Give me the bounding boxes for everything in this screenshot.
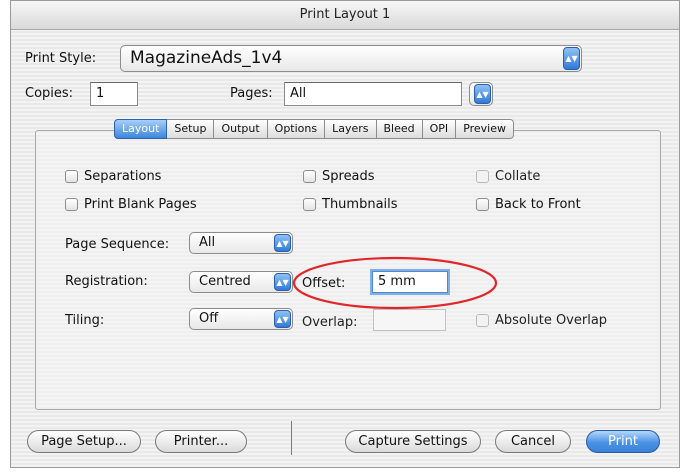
print-blank-pages-label: Print Blank Pages: [84, 197, 197, 212]
registration-select[interactable]: Centred ▲▼: [189, 271, 293, 293]
print-button[interactable]: Print: [586, 430, 660, 453]
checkbox-box: [476, 314, 489, 327]
registration-label: Registration:: [65, 274, 148, 289]
checkbox-box: [476, 198, 489, 211]
thumbnails-checkbox[interactable]: Thumbnails: [303, 197, 398, 212]
cancel-button[interactable]: Cancel: [495, 430, 571, 453]
tab-bleed[interactable]: Bleed: [376, 119, 423, 139]
registration-value: Centred: [199, 274, 251, 289]
tab-setup[interactable]: Setup: [167, 119, 215, 139]
page-sequence-select[interactable]: All ▲▼: [189, 232, 293, 254]
tab-bar: Layout Setup Output Options Layers Bleed…: [114, 119, 515, 139]
chevron-updown-icon: ▲▼: [563, 47, 580, 70]
collate-checkbox[interactable]: Collate: [476, 169, 540, 184]
printer-button[interactable]: Printer...: [155, 430, 247, 453]
tab-output[interactable]: Output: [214, 119, 268, 139]
spreads-checkbox[interactable]: Spreads: [303, 169, 375, 184]
pages-menu-button[interactable]: ▲▼: [469, 82, 493, 106]
pages-field[interactable]: All: [284, 82, 462, 106]
spreads-label: Spreads: [322, 169, 375, 184]
checkbox-box: [65, 170, 78, 183]
absolute-overlap-label: Absolute Overlap: [495, 313, 608, 328]
tiling-value: Off: [199, 311, 219, 326]
chevron-updown-icon: ▲▼: [274, 273, 291, 291]
capture-settings-button[interactable]: Capture Settings: [345, 430, 481, 453]
offset-label: Offset:: [302, 276, 346, 291]
separations-label: Separations: [84, 169, 162, 184]
back-to-front-checkbox[interactable]: Back to Front: [476, 197, 581, 212]
tiling-label: Tiling:: [65, 313, 105, 328]
button-separator: [291, 421, 292, 455]
print-style-label: Print Style:: [25, 51, 97, 66]
tab-layout[interactable]: Layout: [114, 119, 168, 139]
absolute-overlap-checkbox[interactable]: Absolute Overlap: [476, 313, 607, 328]
tab-layers[interactable]: Layers: [325, 119, 377, 139]
print-blank-pages-checkbox[interactable]: Print Blank Pages: [65, 197, 197, 212]
tab-options[interactable]: Options: [267, 119, 326, 139]
back-to-front-label: Back to Front: [495, 197, 581, 212]
page-setup-button[interactable]: Page Setup...: [27, 430, 141, 453]
window-title: Print Layout 1: [11, 1, 679, 30]
checkbox-box: [303, 198, 316, 211]
separations-checkbox[interactable]: Separations: [65, 169, 161, 184]
page-sequence-value: All: [199, 235, 216, 250]
print-style-select[interactable]: MagazineAds_1v4 ▲▼: [120, 45, 582, 72]
tab-preview[interactable]: Preview: [456, 119, 515, 139]
overlap-label: Overlap:: [302, 315, 358, 330]
collate-label: Collate: [495, 169, 541, 184]
overlap-field[interactable]: [373, 309, 446, 331]
tiling-select[interactable]: Off ▲▼: [189, 308, 293, 330]
offset-field[interactable]: 5 mm: [372, 271, 448, 293]
thumbnails-label: Thumbnails: [322, 197, 398, 212]
checkbox-box: [65, 198, 78, 211]
chevron-updown-icon: ▲▼: [474, 84, 491, 104]
chevron-updown-icon: ▲▼: [274, 234, 291, 252]
page-sequence-label: Page Sequence:: [65, 237, 170, 252]
checkbox-box: [476, 170, 489, 183]
print-dialog-window: Print Layout 1 Print Style: MagazineAds_…: [10, 0, 680, 468]
checkbox-box: [303, 170, 316, 183]
tab-opi[interactable]: OPI: [422, 119, 457, 139]
pages-label: Pages:: [230, 86, 273, 101]
copies-field[interactable]: 1: [90, 82, 138, 106]
copies-label: Copies:: [25, 86, 74, 101]
print-style-value: MagazineAds_1v4: [130, 48, 283, 68]
chevron-updown-icon: ▲▼: [274, 310, 291, 328]
